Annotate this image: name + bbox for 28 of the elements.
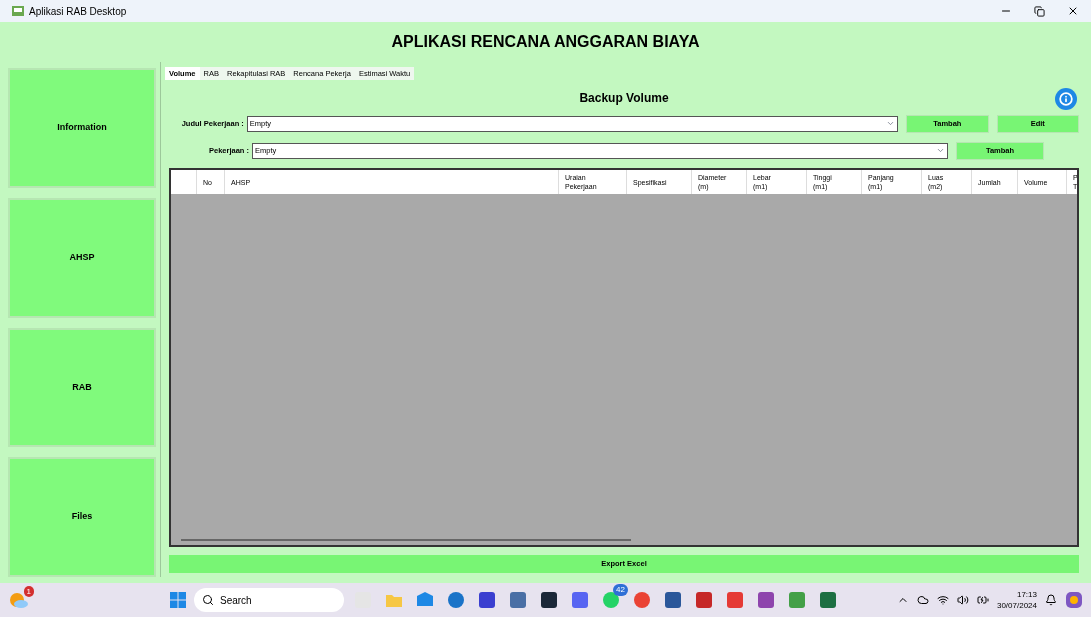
weather-icon[interactable] <box>8 590 30 610</box>
windows-start-icon[interactable] <box>170 592 186 608</box>
notification-badge: 1 <box>23 586 34 597</box>
restore-icon[interactable] <box>1034 5 1045 17</box>
app-logo-icon <box>12 6 24 16</box>
search-field[interactable]: Search <box>194 588 344 612</box>
wifi-icon[interactable] <box>936 594 949 606</box>
sidebar-button[interactable]: Files <box>8 457 156 577</box>
battery-icon[interactable] <box>976 594 989 606</box>
sidebar-button[interactable]: Information <box>8 68 156 188</box>
copilot-icon[interactable] <box>1065 591 1083 609</box>
cloud-icon[interactable] <box>916 594 929 606</box>
clock-time[interactable]: 17:13 <box>1016 589 1037 600</box>
speaker-icon[interactable] <box>956 594 969 606</box>
app-title: APLIKASI RENCANA ANGGARAN BIAYA <box>391 32 700 52</box>
horizontal-scrollbar[interactable] <box>181 539 631 541</box>
close-icon[interactable] <box>1067 5 1079 17</box>
chevron-down-icon <box>936 146 945 155</box>
chevron-down-icon <box>886 119 896 128</box>
clock-date[interactable]: 30/07/2024 <box>996 600 1037 611</box>
section-title: Backup Volume <box>579 90 669 107</box>
info-icon[interactable] <box>1055 88 1077 110</box>
sidebar-button[interactable]: AHSP <box>8 197 156 318</box>
notification-badge: 42 <box>613 584 628 596</box>
search-icon <box>202 594 214 606</box>
notification-icon[interactable] <box>1045 594 1057 606</box>
window-title: Aplikasi RAB Desktop <box>29 4 127 19</box>
sidebar-button[interactable]: RAB <box>8 327 156 448</box>
